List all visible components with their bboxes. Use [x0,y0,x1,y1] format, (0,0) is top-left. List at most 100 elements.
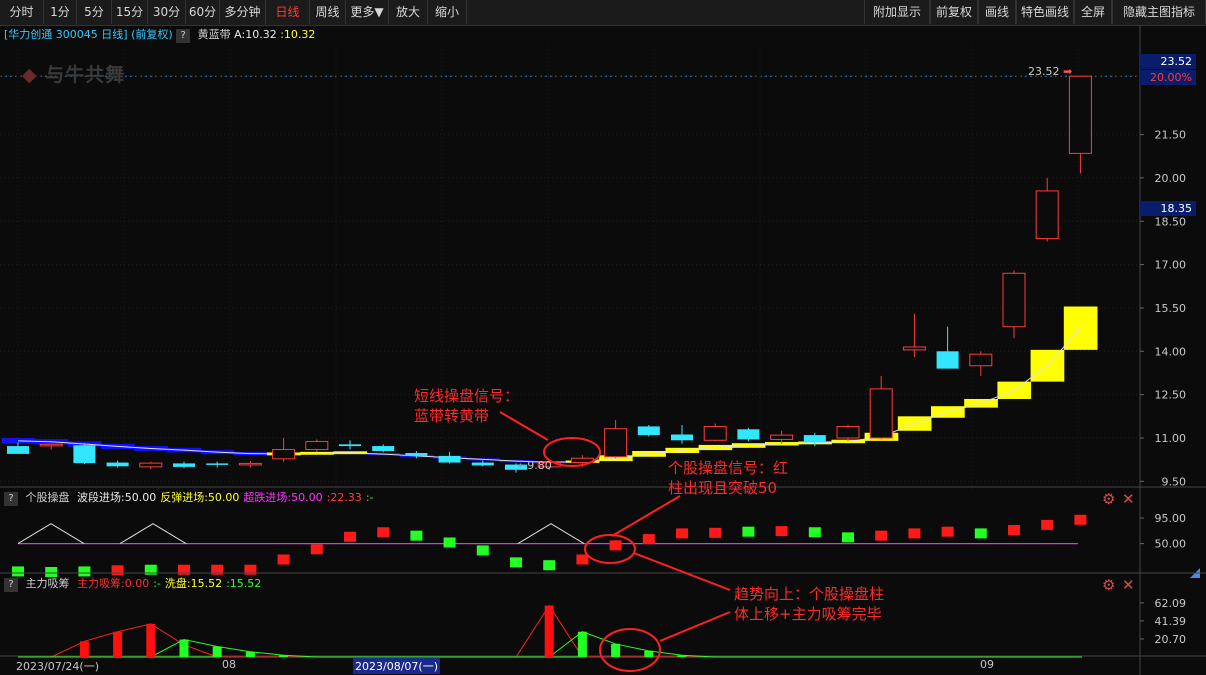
candle-body-up [139,462,163,468]
close-icon[interactable]: ✕ [1122,577,1135,593]
pane1-signal-triangle [119,523,187,545]
candle-body-down [405,453,428,456]
pane1-value-2: 超跌进场:50.00 [243,491,323,504]
toolbar-button-3[interactable]: 15分 [112,0,148,24]
candle-body-up [703,425,727,441]
candle-body-up [969,353,993,367]
annotation-short-signal: 短线操盘信号： 蓝带转黄带 [414,386,519,426]
candle-body-up [1035,190,1059,240]
indicator-name: 黄蓝带 [197,28,231,41]
help-icon[interactable]: ? [4,578,18,592]
toolbar-button-1[interactable]: 1分 [44,0,77,24]
candle-body-down [73,445,96,464]
pane1-bar [875,530,888,541]
pane1-bar [1008,524,1020,535]
gear-icon[interactable]: ⚙ [1102,577,1115,593]
price-tick-label: 12.50 [1155,389,1187,402]
help-icon[interactable]: ? [176,29,191,43]
candle-body-up [238,462,262,466]
pane1-bar [576,554,589,565]
arrow-left-icon: ← [518,459,528,472]
candle-body-down [671,434,693,441]
low-price-value: 9.80 [527,459,552,472]
candle-body-down [106,462,129,467]
candle-body-up [770,434,794,440]
low-price-label: ←9.80 [518,458,552,474]
candle-body-down [637,426,660,436]
price-tick-label: 17.00 [1155,259,1187,272]
annotation-arrow-line [659,611,731,642]
candle-body-up [1002,272,1026,328]
price-tick-label: 15.50 [1155,302,1187,315]
toolbar-button-6[interactable]: 多分钟 [220,0,266,24]
toolbar-button-0[interactable]: 分时 [0,0,44,24]
pct-badge: 20.00% [1140,70,1196,85]
toolbar-button-2[interactable]: 5分 [77,0,112,24]
date-label-3: 09 [980,658,994,671]
pane1-bar [775,526,788,537]
arrow-right-icon: ➡ [1063,65,1073,78]
pane2-green-bar [611,643,621,657]
indicator-a: A:10.32 [234,28,277,41]
pane1-tick-label: 95.00 [1155,512,1187,525]
pane2-green-bar [644,650,654,657]
toolbar-right-button-0[interactable]: 附加显示 [864,0,930,24]
toolbar-button-9[interactable]: 更多▼ [346,0,389,24]
candle-body-up [39,443,63,447]
pane2-red-bar [146,623,156,657]
pane2-green-bar [245,651,255,657]
annotation-line: 个股操盘信号：红 [668,459,789,477]
pane1-bar [709,527,722,538]
stock-label: [华力创通 300045 日线] [4,28,128,41]
annotation-line: 蓝带转黄带 [414,407,490,425]
pane1-bar [974,528,987,539]
candle-body-down [471,462,494,466]
pane1-signal-triangle [17,523,85,545]
pane1-bar [742,526,755,537]
candle-body-up [1068,75,1092,154]
indicator-b: :10.32 [280,28,316,41]
toolbar-right-button-4[interactable]: 全屏 [1074,0,1112,24]
gear-icon[interactable]: ⚙ [1102,491,1115,507]
pane1-bar [344,531,356,542]
toolbar-button-7[interactable]: 日线 [266,0,310,24]
toolbar-right-button-5[interactable]: 隐藏主图指标 [1112,0,1206,24]
pane1-value-4: :- [365,491,374,504]
toolbar-right-button-1[interactable]: 前复权 [930,0,978,24]
toolbar-button-5[interactable]: 60分 [186,0,220,24]
candle-body-down [339,444,361,447]
date-label-0: 2023/07/24(一) [16,660,99,673]
annotation-stock-signal: 个股操盘信号：红 柱出现且突破50 [668,458,788,498]
pane2-name: 主力吸筹 [25,577,70,590]
watermark-logo: ◆ 与牛共舞 [22,60,125,87]
toolbar-button-8[interactable]: 周线 [310,0,346,24]
help-icon[interactable]: ? [4,492,18,506]
toolbar-right-button-2[interactable]: 画线 [978,0,1016,24]
pane1-bar [609,540,622,551]
pane2-green-bar [179,639,189,657]
date-label-2: 2023/08/07(一) [353,658,440,674]
toolbar-button-4[interactable]: 30分 [148,0,186,24]
pane2-value-2: 洗盘:15.52 [164,577,223,590]
pane1-bar [676,528,688,539]
pane1-bar [510,557,522,568]
pane1-bar [476,545,489,556]
annotation-trend-up: 趋势向上：个股操盘柱 体上移+主力吸筹完毕 [734,584,884,624]
annotation-arrow-line [633,552,731,591]
pane2-tick-label: 41.39 [1155,615,1187,628]
candle-body-up [604,428,628,458]
pane1-bar [908,528,921,539]
pane1-bar [78,566,91,577]
pane2-green-bar [279,655,289,657]
close-icon[interactable]: ✕ [1122,491,1135,507]
candle-body-up [869,388,893,439]
pane2-green-bar [212,646,222,657]
pane1-name: 个股操盘 [25,491,70,504]
pane1-bar [1074,514,1087,525]
toolbar-right-button-3[interactable]: 特色画线 [1016,0,1074,24]
pane1-header: ? 个股操盘 波段进场:50.00 反弹进场:50.00 超跌进场:50.00:22… [4,490,374,506]
toolbar-button-10[interactable]: 放大 [389,0,428,24]
toolbar-button-11[interactable]: 缩小 [428,0,467,24]
watermark-text: 与牛共舞 [45,64,126,86]
pane1-bar [543,560,556,571]
